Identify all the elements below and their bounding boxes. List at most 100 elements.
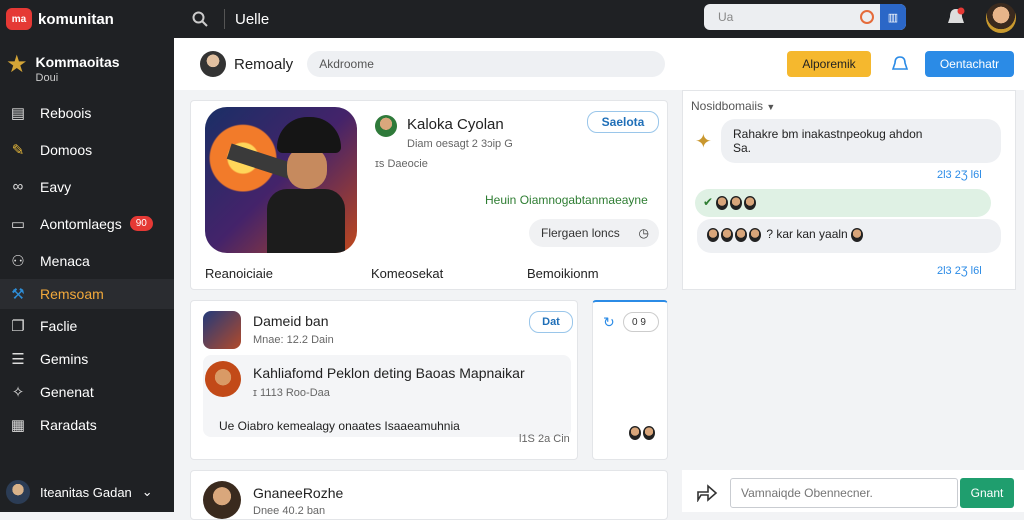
game-title: Kaloka Cyolan [407, 116, 504, 133]
post-meta: Mnae: 12.2 Dain [253, 334, 334, 346]
people-icon: ⚇ [11, 252, 25, 270]
post-badge[interactable]: Dat [529, 311, 573, 333]
chat-message-text: ? kar kan yaaln [766, 227, 848, 241]
sidebar-item-gemins[interactable]: ☰ Gemins [0, 342, 174, 375]
sidebar-footer-label: Iteanitas Gadan [40, 484, 132, 500]
message-input[interactable] [730, 478, 958, 508]
small-pill[interactable]: 0 9 [623, 312, 659, 332]
message-time: 2Ɩ3 2Ʒ Ɩ6Ɩ [937, 169, 982, 181]
bottom-card-title: GnaneeRozhe [253, 485, 344, 501]
thread-meta: ɪ 1113 Roo-Daa [253, 387, 330, 399]
status-badge[interactable]: Saelota [587, 111, 659, 133]
sidebar-item-reboois[interactable]: ▤ Reboois [0, 94, 174, 131]
sidebar: ★ Kommaoitas Doui ▤ Reboois ✎ Domoos ∞ Eavy… [0, 38, 174, 512]
grid-icon[interactable]: ▥ [880, 4, 906, 30]
post-card: Dameid ban Mnae: 12.2 Dain Dat Kahliafom… [190, 300, 578, 460]
top-bar: ma komunitan Uelle Ua ▥ [0, 0, 1024, 38]
badge-icon: ✦ [695, 131, 712, 153]
avatar[interactable] [200, 51, 226, 77]
filter-pill-label: Flergaen loncs [541, 226, 620, 240]
copy-icon: ❐ [11, 317, 25, 335]
game-artwork[interactable] [205, 107, 357, 253]
sidebar-footer-user[interactable]: Iteanitas Gadan ⌄ [0, 472, 174, 512]
brand-name: komunitan [38, 10, 114, 28]
chat-header[interactable]: Nosidbomaiis ▼ [691, 99, 775, 113]
primary-action-button[interactable]: Alporemik [787, 51, 871, 77]
sidebar-item-label: Eavy [40, 178, 72, 195]
game-sub: ɪs Daeocie [375, 158, 428, 170]
post-thread: Kahliafomd Peklon deting Baoas Mapnaikar… [203, 355, 571, 445]
bottom-card-meta: Dnee 40.2 ban [253, 505, 326, 517]
thread-headline: Kahliafomd Peklon deting Baoas Mapnaikar [253, 365, 525, 381]
bell-icon[interactable] [890, 54, 910, 74]
comment-time: Ɩ1S 2a Cin [519, 433, 570, 445]
page-title: Uelle [235, 10, 270, 28]
sidebar-header-subtitle: Doui [35, 72, 59, 84]
chevron-down-icon: ▼ [766, 102, 776, 112]
side-small-card: ↻ 0 9 [592, 300, 668, 460]
chat-message-text: Rahakre bm inakastnpeokug ahdon [733, 127, 923, 141]
sidebar-item-remsoam[interactable]: ⚒ Remsoam [0, 279, 174, 309]
search-icon[interactable] [192, 11, 208, 27]
user-avatar[interactable] [986, 3, 1016, 33]
sidebar-item-eavy[interactable]: ∞ Eavy [0, 168, 174, 205]
sidebar-item-menaca[interactable]: ⚇ Menaca [0, 242, 174, 279]
list-icon: ☰ [11, 350, 25, 368]
chat-panel: Nosidbomaiis ▼ ✦ Rahakre bm inakastnpeok… [682, 90, 1016, 290]
sidebar-item-label: Reboois [40, 104, 92, 121]
message-time: 2Ɩ3 2Ʒ Ɩ6Ɩ [937, 265, 982, 277]
check-icon: ✔ [703, 195, 714, 209]
clock-icon: ◷ [638, 226, 649, 240]
tab-2[interactable]: Komeosekat [371, 266, 443, 281]
sidebar-item-raradats[interactable]: ▦ Raradats [0, 408, 174, 441]
star-icon: ★ [6, 51, 28, 78]
sidebar-item-genenat[interactable]: ✧ Genenat [0, 375, 174, 408]
document-icon: ▤ [10, 104, 26, 122]
sidebar-item-aontomlaegs[interactable]: ▭ Aontomlaegs 90 [0, 205, 174, 242]
chart-icon: ▦ [10, 416, 26, 434]
avatar-group [629, 424, 657, 442]
sidebar-header[interactable]: ★ Kommaoitas Doui [0, 38, 174, 94]
sidebar-item-domoos[interactable]: ✎ Domoos [0, 131, 174, 168]
filter-pill[interactable]: Flergaen loncs ◷ [529, 219, 659, 247]
avatar[interactable] [203, 481, 241, 519]
inbox-icon: ▭ [10, 215, 26, 233]
chat-message-sub: Sa. [733, 141, 752, 155]
contact-button[interactable]: Oentachatr [925, 51, 1014, 77]
divider [224, 9, 225, 29]
pencil-icon: ✎ [11, 141, 25, 159]
send-button[interactable]: Gnant [960, 478, 1014, 508]
chat-message: Rahakre bm inakastnpeokug ahdon Sa. [721, 119, 1001, 163]
link-icon: ∞ [12, 178, 24, 195]
brand[interactable]: ma komunitan [0, 8, 174, 30]
sidebar-item-label: Remsoam [40, 286, 104, 302]
chat-message: ? kar kan yaaln [697, 219, 1001, 253]
game-meta: Diam oesagt 2 3ɔip G [407, 138, 513, 150]
wrench-icon: ⚒ [11, 286, 25, 303]
thread-comment: Ue Oiabro kemealagy onaates Isaaeamuhnia [219, 419, 460, 433]
brand-logo: ma [6, 8, 32, 30]
sidebar-header-title: Kommaoitas [35, 54, 120, 70]
notification-bell-icon[interactable] [946, 7, 966, 29]
sidebar-item-label: Domoos [40, 141, 93, 158]
header-input[interactable] [307, 51, 666, 77]
composer: Gnant [682, 470, 1024, 512]
chat-header-label: Nosidbomaiis [691, 99, 764, 113]
tab-1[interactable]: Reanoiciaie [205, 266, 273, 281]
sidebar-item-label: Genenat [40, 383, 94, 400]
chat-reactions: ✔ [695, 189, 991, 217]
post-avatar[interactable] [203, 311, 241, 349]
header-name: Remoaly [234, 55, 294, 73]
record-icon[interactable] [860, 10, 874, 24]
top-search-input[interactable]: Ua ▥ [704, 4, 906, 30]
avatar [375, 115, 397, 137]
refresh-icon[interactable]: ↻ [603, 314, 615, 331]
top-search-placeholder: Ua [718, 10, 734, 24]
sidebar-item-label: Menaca [40, 252, 90, 269]
post-title: Dameid ban [253, 313, 329, 329]
sidebar-badge: 90 [129, 216, 153, 231]
sidebar-item-faclie[interactable]: ❐ Faclie [0, 309, 174, 342]
share-icon[interactable] [696, 482, 718, 502]
sidebar-item-label: Faclie [40, 317, 78, 334]
tab-3[interactable]: Bemoikionm [527, 266, 599, 281]
